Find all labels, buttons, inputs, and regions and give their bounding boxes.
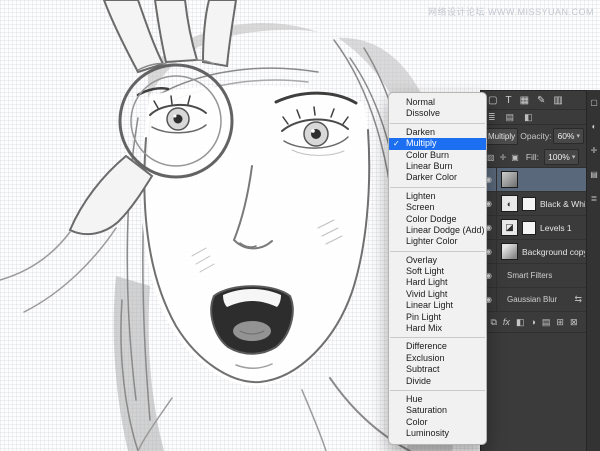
menu-item-hard-light[interactable]: Hard Light: [389, 277, 486, 288]
menu-item-soft-light[interactable]: Soft Light: [389, 266, 486, 277]
panel-menu-icon[interactable]: ≣: [488, 112, 496, 123]
pencil-panel-icon[interactable]: ✎: [537, 95, 545, 106]
lock-transparency-icon[interactable]: ▨: [487, 153, 495, 162]
menu-item-subtract[interactable]: Subtract: [389, 364, 486, 375]
layer-thumbnail[interactable]: [501, 171, 518, 188]
blend-mode-select[interactable]: Multiply: [484, 128, 518, 145]
chevron-down-icon: ▾: [576, 132, 580, 140]
grid-panel-icon[interactable]: ▦: [520, 95, 529, 106]
fill-value[interactable]: 100% ▾: [544, 149, 579, 165]
link-layers-icon[interactable]: ⧉: [490, 317, 496, 328]
type-tool-icon[interactable]: T: [505, 95, 511, 106]
menu-separator: [390, 390, 485, 391]
checkmark-icon: ✓: [393, 138, 400, 149]
menu-item-lighter-color[interactable]: Lighter Color: [389, 236, 486, 247]
menu-item-lighten[interactable]: Lighten: [389, 191, 486, 202]
fill-label: Fill:: [526, 152, 539, 162]
menu-item-label: Multiply: [406, 138, 437, 148]
menu-item-color[interactable]: Color: [389, 417, 486, 428]
lock-fill-row: ▨ ✛ ▣ Fill: 100% ▾: [481, 147, 587, 168]
photoshop-workspace: 网络设计论坛 WWW.MISSYUAN.COM ▢ T ▦ ✎ ▥ ≣ ▤ ◧ …: [0, 0, 600, 451]
layer-name: Background copy: [522, 247, 585, 257]
dock-adjustments-icon[interactable]: ◐: [592, 122, 597, 131]
new-group-icon[interactable]: ▤: [542, 317, 551, 328]
selected-layer-row[interactable]: ◉: [481, 168, 587, 192]
adjustment-layer-icon[interactable]: ◑: [530, 317, 535, 327]
menu-separator: [390, 123, 485, 124]
menu-item-color-dodge[interactable]: Color Dodge: [389, 214, 486, 225]
menu-item-dissolve[interactable]: Dissolve: [389, 108, 486, 119]
layer-thumbnail[interactable]: [501, 243, 518, 260]
menu-item-screen[interactable]: Screen: [389, 202, 486, 213]
list-view-icon[interactable]: ▤: [506, 112, 515, 123]
delete-layer-icon[interactable]: ⊠: [570, 317, 578, 328]
rows-panel-icon[interactable]: ▥: [553, 95, 562, 106]
menu-item-hue[interactable]: Hue: [389, 394, 486, 405]
filter-name: Gaussian Blur: [507, 295, 557, 304]
panel-toolbar: ▢ T ▦ ✎ ▥: [481, 91, 587, 110]
menu-item-linear-light[interactable]: Linear Light: [389, 300, 486, 311]
layer-row-levels[interactable]: ◉ ◪ Levels 1: [481, 216, 587, 240]
blend-mode-menu: Normal Dissolve Darken ✓ Multiply Color …: [388, 92, 487, 445]
layer-name: Black & White 1: [540, 199, 585, 209]
menu-item-saturation[interactable]: Saturation: [389, 405, 486, 416]
layer-row-smart-filters[interactable]: ◉ Smart Filters: [481, 264, 587, 288]
menu-separator: [390, 337, 485, 338]
menu-item-darker-color[interactable]: Darker Color: [389, 172, 486, 183]
layers-panel: ▢ T ▦ ✎ ▥ ≣ ▤ ◧ Multiply Opacity: 60% ▾ …: [480, 90, 587, 451]
menu-separator: [390, 187, 485, 188]
dock-swatch-icon[interactable]: ▢: [590, 98, 598, 107]
mask-thumbnail[interactable]: [522, 197, 536, 211]
layer-row-black-white[interactable]: ◉ ◐ Black & White 1: [481, 192, 587, 216]
menu-item-linear-dodge[interactable]: Linear Dodge (Add): [389, 225, 486, 236]
menu-item-multiply[interactable]: ✓ Multiply: [389, 138, 486, 149]
layer-row-gaussian-blur[interactable]: ◉ Gaussian Blur ⇆: [481, 288, 587, 312]
add-mask-icon[interactable]: ◧: [516, 317, 525, 328]
menu-item-pin-light[interactable]: Pin Light: [389, 312, 486, 323]
menu-item-darken[interactable]: Darken: [389, 127, 486, 138]
menu-item-hard-mix[interactable]: Hard Mix: [389, 323, 486, 334]
shape-tool-icon[interactable]: ▢: [488, 95, 497, 106]
adjustment-thumbnail[interactable]: ◪: [501, 219, 518, 236]
panel-subbar: ≣ ▤ ◧: [481, 110, 587, 125]
menu-separator: [390, 251, 485, 252]
layer-style-icon[interactable]: fx: [503, 317, 510, 327]
lock-position-icon[interactable]: ✛: [500, 153, 507, 162]
adjustment-thumbnail[interactable]: ◐: [501, 195, 518, 212]
layer-row-background-copy[interactable]: ◉ Background copy: [481, 240, 587, 264]
menu-item-normal[interactable]: Normal: [389, 97, 486, 108]
menu-item-exclusion[interactable]: Exclusion: [389, 353, 486, 364]
filter-options-icon[interactable]: ⇆: [574, 294, 582, 305]
chevron-down-icon: ▾: [572, 153, 576, 161]
dock-plus-icon[interactable]: ✛: [591, 146, 598, 155]
dock-layers-icon[interactable]: ▤: [590, 170, 598, 179]
filter-view-icon[interactable]: ◧: [524, 112, 533, 123]
lock-all-icon[interactable]: ▣: [511, 153, 519, 162]
menu-item-divide[interactable]: Divide: [389, 376, 486, 387]
menu-item-color-burn[interactable]: Color Burn: [389, 150, 486, 161]
menu-item-difference[interactable]: Difference: [389, 341, 486, 352]
opacity-label: Opacity:: [520, 131, 551, 141]
panel-dock: ▢ ◐ ✛ ▤ ≣: [586, 90, 600, 451]
menu-item-linear-burn[interactable]: Linear Burn: [389, 161, 486, 172]
smart-filters-label: Smart Filters: [507, 271, 552, 280]
panel-footer: ⧉ fx ◧ ◑ ▤ ⊞ ⊠: [481, 312, 587, 333]
dock-menu-icon[interactable]: ≣: [591, 194, 598, 203]
watermark: 网络设计论坛 WWW.MISSYUAN.COM: [428, 5, 594, 18]
new-layer-icon[interactable]: ⊞: [556, 317, 564, 328]
menu-item-luminosity[interactable]: Luminosity: [389, 428, 486, 439]
mask-thumbnail[interactable]: [522, 221, 536, 235]
layer-name: Levels 1: [540, 223, 572, 233]
blend-opacity-row: Multiply Opacity: 60% ▾: [481, 125, 587, 147]
opacity-value[interactable]: 60% ▾: [553, 128, 584, 144]
menu-item-vivid-light[interactable]: Vivid Light: [389, 289, 486, 300]
menu-item-overlay[interactable]: Overlay: [389, 255, 486, 266]
